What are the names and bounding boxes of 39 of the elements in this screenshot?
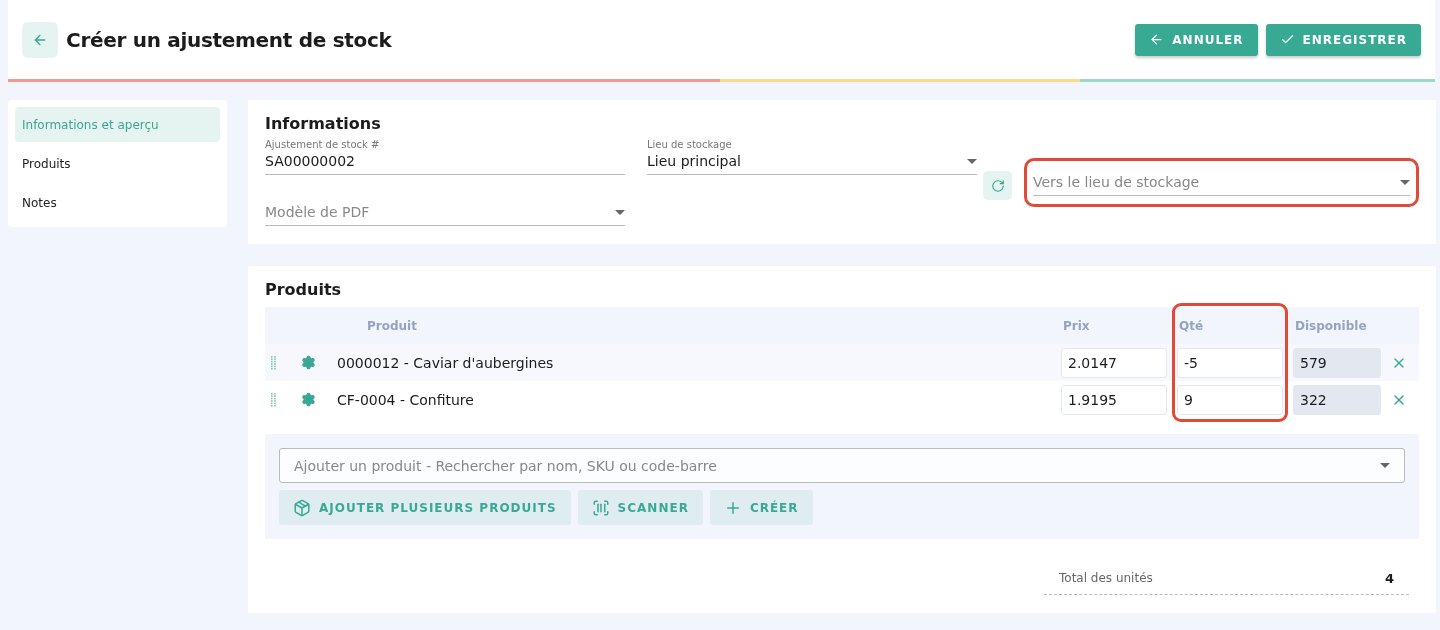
gear-icon[interactable] [301,355,316,370]
sidebar-item[interactable]: Notes [15,185,220,220]
total-value: 4 [1384,571,1394,586]
gear-icon[interactable] [301,392,316,407]
drag-handle-icon[interactable] [271,355,277,370]
refresh-icon [990,178,1005,193]
available-field: 322 [1293,384,1381,415]
pdf-template-select[interactable]: Modèle de PDF [265,189,625,226]
total-label: Total des unités [1059,571,1153,586]
box-icon [293,498,311,517]
sidebar-item[interactable]: Informations et aperçu [15,107,220,142]
column-header: Produit [366,318,418,333]
scan-button[interactable]: SCANNER [577,490,703,525]
price-field[interactable]: 2.0147 [1061,347,1167,378]
product-name: 0000012 - Caviar d'aubergines [337,354,555,371]
drag-handle-icon[interactable] [271,392,277,407]
page-title: Créer un ajustement de stock [66,27,393,52]
product-search-field[interactable]: Ajouter un produit - Rechercher par nom, SKU ou code-barre [279,448,1405,483]
section-title: Produits [265,280,343,299]
location-select[interactable]: Lieu de stockage Lieu principal [647,139,977,175]
column-header: Qté [1178,318,1205,333]
available-field: 579 [1293,347,1381,378]
sidebar-item[interactable]: Produits [15,146,220,181]
add-multiple-button[interactable]: AJOUTER PLUSIEURS PRODUITS [279,490,571,525]
back-button[interactable] [22,21,58,58]
quantity-field[interactable]: 9 [1177,384,1283,415]
refresh-button[interactable] [983,171,1012,200]
barcode-icon [591,498,610,517]
destination-select[interactable]: Vers le lieu de stockage [1033,171,1410,196]
create-button[interactable]: CRÉER [709,490,813,525]
column-header: Prix [1062,318,1091,333]
price-field[interactable]: 1.9195 [1061,384,1167,415]
section-title: Informations [265,114,382,133]
save-button[interactable]: ENREGISTRER [1265,23,1421,56]
quantity-field[interactable]: -5 [1177,347,1283,378]
cancel-button[interactable]: ANNULER [1135,23,1258,56]
adjustment-number-field[interactable]: Ajustement de stock # SA00000002 [265,139,625,175]
product-name: CF-0004 - Confiture [337,391,475,408]
column-header: Disponible [1294,318,1368,333]
